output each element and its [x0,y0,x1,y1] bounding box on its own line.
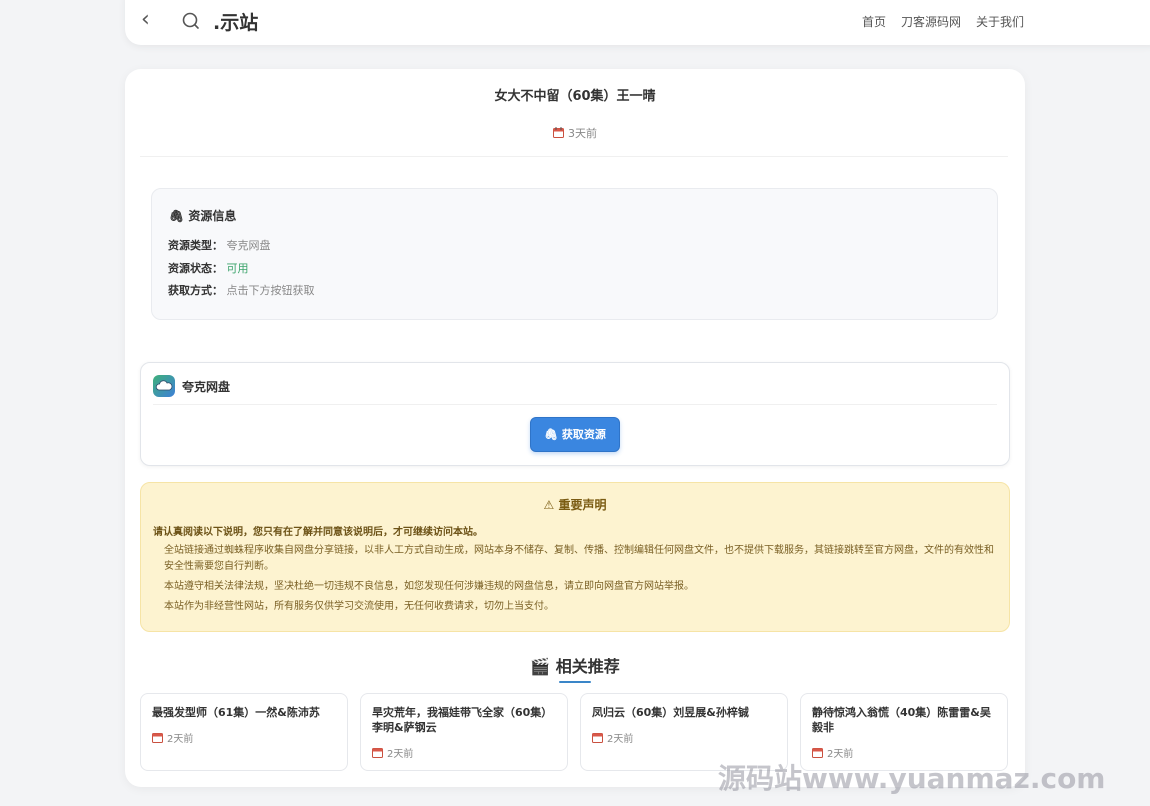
related-date: 2天前 [167,734,194,745]
calendar-icon [553,127,564,138]
info-label: 资源类型： [168,239,223,252]
disclaimer-notice: ⚠ 重要声明 请认真阅读以下说明，您只有在了解并同意该说明后，才可继续访问本站。… [140,482,1010,632]
notice-lead: 请认真阅读以下说明，您只有在了解并同意该说明后，才可继续访问本站。 [153,527,483,538]
post-date: 3天前 [568,127,597,140]
resource-info-box: 🖇 资源信息 资源类型： 夸克网盘 资源状态： 可用 获取方式： 点击下方按钮获… [151,188,998,320]
post-meta: 3天前 [125,125,1025,141]
related-meta: 2天前 [372,745,413,760]
notice-item: 本站遵守相关法律法规，坚决杜绝一切违规不良信息，如您发现任何涉嫌违规的网盘信息，… [164,581,694,592]
pan-box: 夸克网盘 🖇 获取资源 [140,362,1010,466]
heading-underline [559,681,591,683]
related-date: 2天前 [607,734,634,745]
info-label: 获取方式： [168,284,223,297]
calendar-icon [592,733,603,743]
divider [140,156,1008,157]
notice-item: 本站作为非经营性网站，所有服务仅供学习交流使用，无任何收费请求，切勿上当支付。 [164,601,554,612]
related-title[interactable]: 凤归云（60集）刘昱展&孙梓铖 [592,705,777,720]
related-title[interactable]: 最强发型师（61集）一然&陈沛苏 [152,705,337,720]
related-meta: 2天前 [152,730,193,745]
get-resource-label: 获取资源 [561,428,606,441]
related-heading-text: 相关推荐 [555,657,620,676]
cloud-icon [153,375,175,397]
warning-icon: ⚠ [543,498,555,512]
notice-item: 全站链接通过蜘蛛程序收集自网盘分享链接，以非人工方式自动生成，网站本身不储存、复… [164,545,994,572]
related-card[interactable]: 最强发型师（61集）一然&陈沛苏 2天前 [140,693,348,771]
top-bar: ‹ .示站 首页 刀客源码网 关于我们 [125,0,1150,45]
pan-name: 夸克网盘 [182,380,231,394]
paperclip-icon: 🖇 [169,209,185,223]
info-value: 点击下方按钮获取 [226,284,315,297]
resource-info-heading: 🖇 资源信息 [169,207,236,224]
status-value: 可用 [226,262,249,275]
resource-info-heading-text: 资源信息 [188,209,237,223]
related-date: 2天前 [387,749,414,760]
search-icon[interactable] [182,12,200,30]
nav-about-link[interactable]: 关于我们 [976,13,1024,30]
calendar-icon [152,733,163,743]
notice-title-text: 重要声明 [558,498,607,512]
info-row-status: 资源状态： 可用 [168,260,249,276]
info-label: 资源状态： [168,262,223,275]
notice-title: ⚠ 重要声明 [141,496,1009,513]
info-value: 夸克网盘 [226,239,271,252]
related-meta: 2天前 [592,730,633,745]
related-card[interactable]: 旱灾荒年，我福娃带飞全家（60集）李明&萨钢云 2天前 [360,693,568,771]
info-row-type: 资源类型： 夸克网盘 [168,237,271,253]
watermark: 源码站www.yuanmaz.com [718,762,1106,795]
related-title[interactable]: 旱灾荒年，我福娃带飞全家（60集）李明&萨钢云 [372,705,557,735]
paperclip-icon: 🖇 [544,428,559,441]
get-resource-button[interactable]: 🖇 获取资源 [530,417,620,452]
top-nav: 首页 刀客源码网 关于我们 [862,13,1024,30]
back-icon[interactable]: ‹ [141,8,161,32]
nav-daoke-link[interactable]: 刀客源码网 [901,13,961,30]
calendar-icon [372,748,383,758]
post-title: 女大不中留（60集）王一晴 [494,89,656,104]
nav-home-link[interactable]: 首页 [862,13,886,30]
main-card: 女大不中留（60集）王一晴 3天前 🖇 资源信息 资源类型： 夸克网盘 资源状态… [125,69,1025,787]
info-row-method: 获取方式： 点击下方按钮获取 [168,282,315,298]
site-logo[interactable]: .示站 [213,8,258,35]
related-title[interactable]: 静待惊鸿入翁慌（40集）陈雷雷&吴毅非 [812,705,997,735]
clapperboard-icon: 🎬 [530,657,551,676]
divider [153,404,997,405]
related-heading: 🎬 相关推荐 [125,653,1025,677]
